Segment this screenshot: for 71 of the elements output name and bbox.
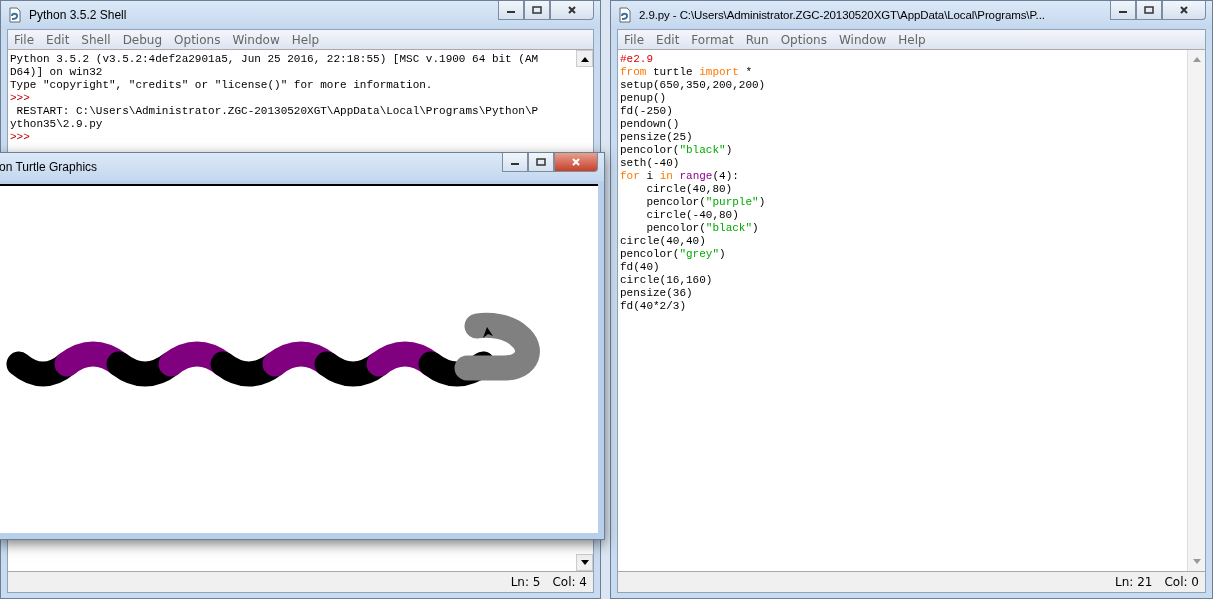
code-line: circle(-40,80) [645,209,740,222]
line-number: Ln: 21 [1115,575,1153,589]
shell-prompt: >>> [10,92,31,105]
code-line: fd(-250) [620,105,674,118]
window-title: Python 3.5.2 Shell [29,8,128,22]
menu-item[interactable]: Debug [122,32,163,47]
code-line: #e2.9 [620,53,654,66]
maximize-icon [532,6,542,14]
menu-item[interactable]: Edit [656,32,680,47]
code-line: setup(650,350,200,200) [620,79,767,92]
shell-prompt: >>> [10,131,31,144]
maximize-icon [1144,6,1154,14]
code-line: circle(16,160) [620,274,714,287]
close-button[interactable] [1162,1,1206,20]
menu-item[interactable]: Run [745,32,769,47]
code-line: from turtle import * [620,66,754,79]
line-number: Ln: 5 [510,575,541,589]
menu-item[interactable]: Window [232,32,280,47]
close-icon [567,6,577,14]
code-line: pensize(25) [620,131,694,144]
menu-item[interactable]: Shell [81,32,111,47]
code-line: pencolor("black") [620,144,734,157]
code-line: pencolor("black") [645,222,760,235]
minimize-button[interactable] [502,153,528,172]
minimize-button[interactable] [1110,1,1136,20]
close-button[interactable] [554,153,598,172]
close-button[interactable] [550,1,594,20]
maximize-button[interactable] [524,1,550,20]
python-file-icon [617,7,633,23]
code-line: for i in range(4): [620,170,740,183]
output-line: D64)] on win32 [10,66,104,79]
close-icon [571,158,581,166]
output-line: Type "copyright", "credits" or "license()" for more information. [10,79,434,92]
maximize-icon [536,158,546,166]
output-line: ython35\2.9.py [10,118,104,131]
up-arrow-icon[interactable] [1191,55,1202,63]
column-number: Col: 4 [552,575,587,589]
code-line: fd(40*2/3) [620,300,687,313]
menu-item[interactable]: File [624,32,645,47]
menu-item[interactable]: Format [691,32,734,47]
minimize-button[interactable] [498,1,524,20]
close-icon [1179,6,1189,14]
down-arrow-icon[interactable] [1191,558,1202,566]
code-line: fd(40) [620,261,661,274]
maximize-button[interactable] [528,153,554,172]
scroll-down-button[interactable] [576,554,593,571]
code-line: penup() [620,92,668,105]
python-file-icon [7,7,23,23]
window-title: 2.9.py - C:\Users\Administrator.ZGC-20130520XGT\AppData\Local\Programs\P... [639,9,1046,21]
code-line: circle(40,40) [620,235,707,248]
menu-item[interactable]: Help [898,32,926,47]
window-title: on Turtle Graphics [0,160,99,174]
menu-item[interactable]: Options [174,32,221,47]
code-line: pencolor("grey") [620,248,727,261]
menu-item[interactable]: Help [291,32,320,47]
code-line: circle(40,80) [645,183,734,196]
code-line: pencolor("purple") [645,196,767,209]
code-line: seth(-40) [620,157,681,170]
scroll-up-button[interactable] [576,50,593,67]
menu-item[interactable]: Edit [46,32,70,47]
output-line: RESTART: C:\Users\Administrator.ZGC-20130520XGT\AppData\Local\Programs\Python\P [15,105,540,118]
down-arrow-icon [579,558,590,567]
code-line: pendown() [620,118,681,131]
code-line: pensize(36) [620,287,694,300]
menu-item[interactable]: Options [780,32,827,47]
output-line: Python 3.5.2 (v3.5.2:4def2a2901a5, Jun 25 2016, 22:18:55) [MSC v.1900 64 bit (AM [10,53,540,66]
maximize-button[interactable] [1136,1,1162,20]
column-number: Col: 0 [1164,575,1199,589]
menu-item[interactable]: File [14,32,35,47]
scrollbar[interactable] [1187,50,1205,571]
menu-item[interactable]: Window [838,32,887,47]
